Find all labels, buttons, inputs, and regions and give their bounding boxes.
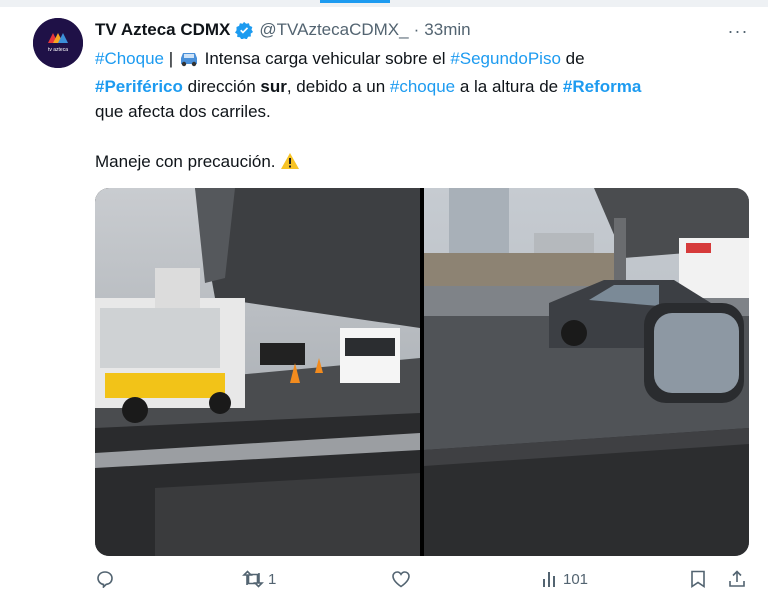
tweet-text-spacer (95, 124, 745, 149)
tweet-text: #Choque | Intensa carga vehicular sobre … (95, 46, 745, 177)
tweet-body-text: a la altura de (455, 77, 563, 96)
share-button[interactable] (728, 570, 746, 588)
tweet-body-text: de (560, 49, 585, 68)
verified-badge-icon (235, 21, 254, 39)
tweet-header: TV Azteca CDMX @TVAztecaCDMX_ · 33min (95, 18, 471, 42)
hashtag-reforma[interactable]: #Reforma (563, 77, 641, 96)
retweet-count: 1 (268, 570, 277, 588)
author-handle[interactable]: @TVAztecaCDMX_ (259, 20, 408, 40)
active-tab-indicator (320, 0, 390, 3)
tweet-text-line: #Periférico dirección sur, debido a un #… (95, 74, 745, 99)
tweet-bold-text: sur (260, 77, 287, 96)
svg-text:tv azteca: tv azteca (48, 47, 68, 53)
views-button[interactable]: 101 (541, 570, 588, 588)
author-name[interactable]: TV Azteca CDMX (95, 20, 230, 40)
tweet-body-text: dirección (182, 77, 261, 96)
photo-traffic-under-bridge[interactable] (95, 188, 420, 556)
timestamp[interactable]: 33min (424, 20, 470, 40)
tweet-body-text: Maneje con precaución. (95, 152, 281, 171)
share-icon (728, 570, 746, 588)
more-options-icon[interactable]: ··· (726, 21, 750, 41)
warning-icon (280, 152, 300, 177)
avatar[interactable]: tv azteca (33, 18, 83, 68)
car-icon (178, 49, 200, 74)
separator-dot: · (413, 20, 420, 39)
retweet-icon (242, 570, 264, 588)
views-icon (541, 570, 559, 588)
hashtag-choque[interactable]: #Choque (95, 49, 164, 68)
hashtag-segundopiso[interactable]: #SegundoPiso (450, 49, 561, 68)
tweet-text-line: #Choque | Intensa carga vehicular sobre … (95, 46, 745, 74)
tweet-actions: 1 101 (0, 570, 768, 591)
reply-button[interactable] (96, 570, 118, 588)
tweet-text-line: que afecta dos carriles. (95, 102, 271, 121)
like-button[interactable] (391, 570, 415, 588)
photo-crashed-car[interactable] (424, 188, 749, 556)
tweet-media (95, 188, 749, 556)
tv-azteca-logo: tv azteca (33, 18, 83, 68)
reply-icon (96, 570, 114, 588)
hashtag-choque-2[interactable]: #choque (390, 77, 455, 96)
text-separator: | (164, 49, 178, 68)
retweet-button[interactable]: 1 (242, 570, 276, 588)
hashtag-periferico[interactable]: #Periférico (95, 77, 183, 96)
bookmark-icon (690, 570, 706, 588)
heart-icon (391, 570, 411, 588)
bookmark-button[interactable] (690, 570, 706, 588)
tweet-text-line: Maneje con precaución. (95, 149, 745, 177)
tweet-body-text: , debido a un (286, 77, 390, 96)
top-bar (0, 0, 768, 7)
views-count: 101 (563, 570, 589, 588)
tweet-body-text: Intensa carga vehicular sobre el (199, 49, 451, 68)
